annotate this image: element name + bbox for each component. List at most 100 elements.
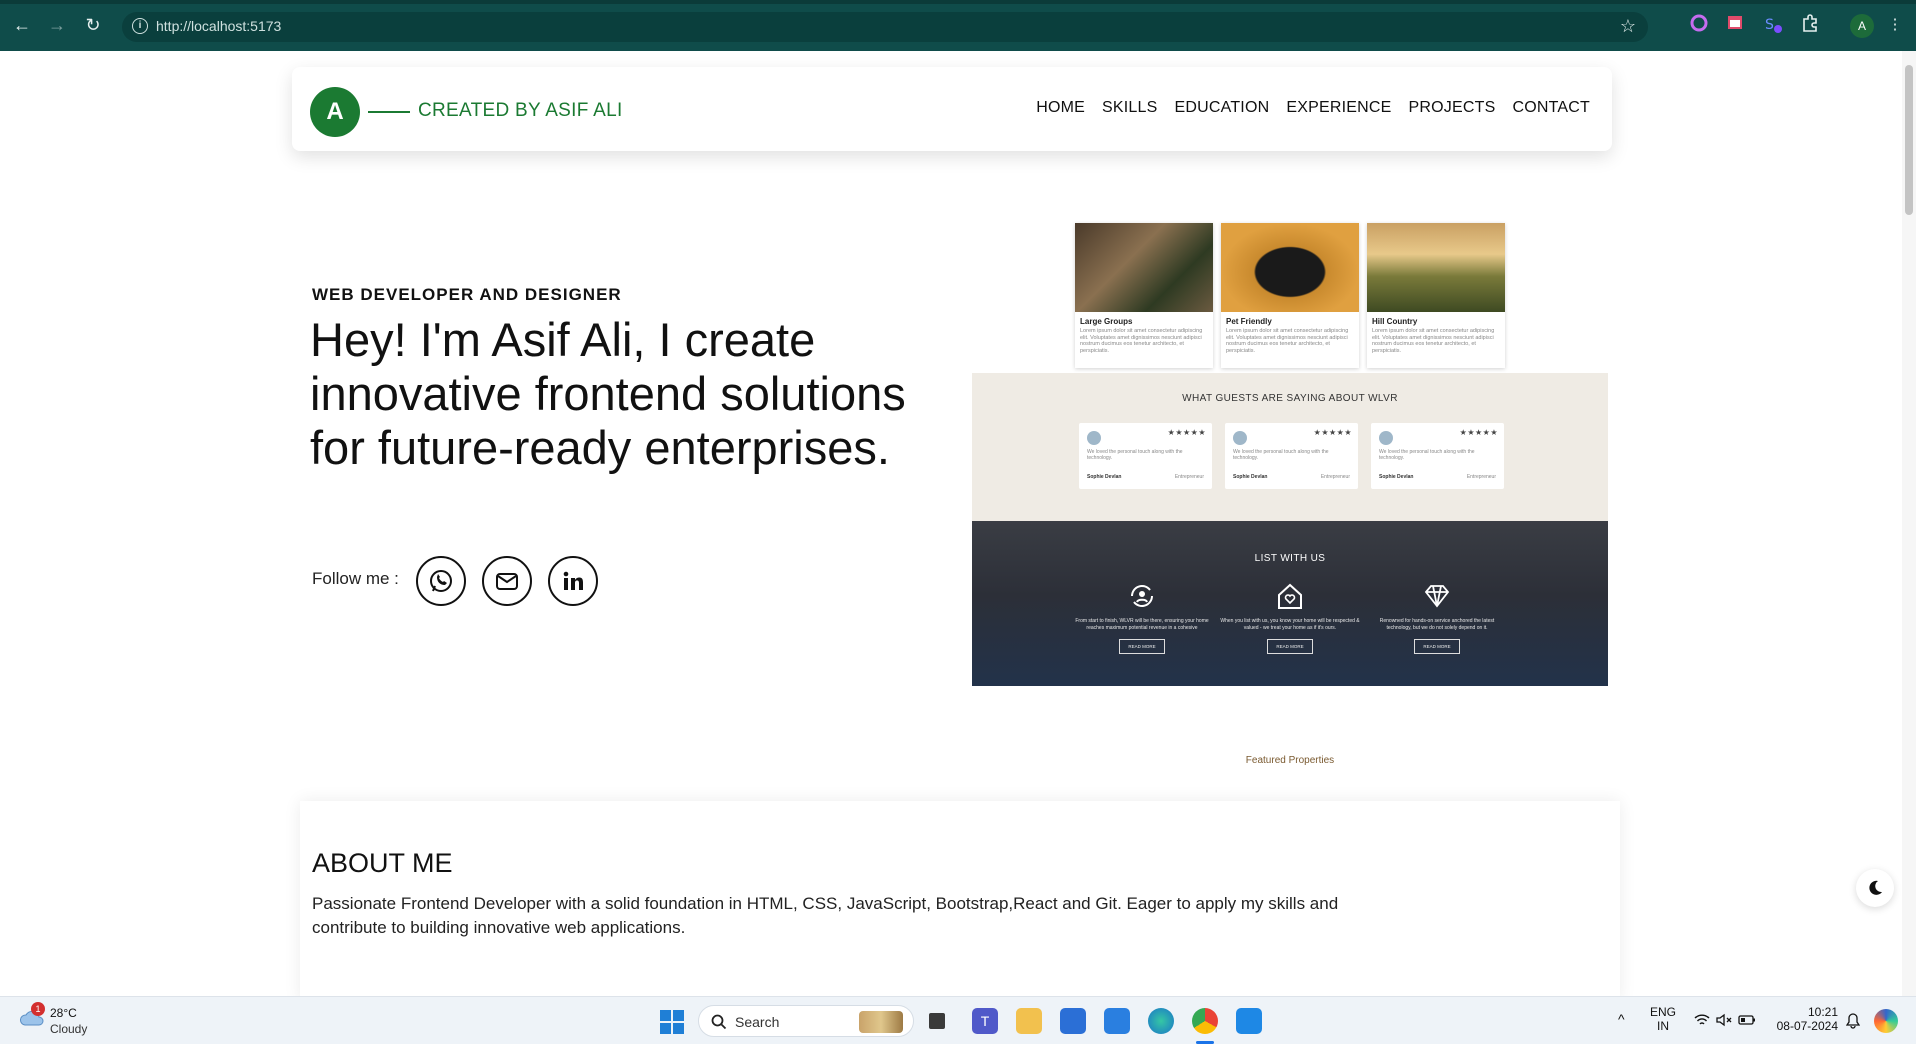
extension-circle-icon[interactable] xyxy=(1688,14,1710,36)
weather-badge: 1 xyxy=(31,1002,45,1016)
store-icon[interactable] xyxy=(1060,1008,1086,1034)
theme-toggle-button[interactable] xyxy=(1856,869,1894,907)
page-viewport: A CREATED BY ASIF ALI HOME SKILLS EDUCAT… xyxy=(0,51,1916,996)
avatar xyxy=(1379,431,1393,445)
moon-icon xyxy=(1869,880,1882,895)
testimonials-heading: WHAT GUESTS ARE SAYING ABOUT WLVR xyxy=(1182,393,1398,404)
language-code: ENG xyxy=(1650,1005,1677,1019)
testimonial-text: We loved the personal touch along with t… xyxy=(1087,449,1183,461)
testimonial-name: Sophie Devlan xyxy=(1379,474,1414,480)
whatsapp-icon xyxy=(430,570,452,592)
preview-list-with-us: LIST WITH US From start to finish, WLVR … xyxy=(972,521,1608,686)
speaker-muted-icon[interactable] xyxy=(1716,1013,1732,1027)
teams-icon[interactable]: T xyxy=(972,1008,998,1034)
preview-card-title: Large Groups xyxy=(1080,317,1133,326)
preview-card: Hill Country Lorem ipsum dolor sit amet … xyxy=(1367,223,1505,368)
bookmark-star-icon[interactable]: ☆ xyxy=(1620,16,1636,37)
wifi-icon[interactable] xyxy=(1694,1013,1710,1027)
scrollbar-thumb[interactable] xyxy=(1905,65,1913,215)
nav-projects[interactable]: PROJECTS xyxy=(1409,99,1496,117)
house-heart-icon xyxy=(1278,583,1302,609)
windows-logo-pane xyxy=(673,1023,684,1034)
testimonial-role: Entrepreneur xyxy=(1174,474,1204,480)
page-scrollbar[interactable] xyxy=(1902,51,1916,996)
hero-eyebrow: WEB DEVELOPER AND DESIGNER xyxy=(312,285,622,304)
language-indicator[interactable]: ENG IN xyxy=(1650,1005,1676,1033)
preview-card-desc: Lorem ipsum dolor sit amet consectetur a… xyxy=(1080,328,1203,354)
main-nav: HOME SKILLS EDUCATION EXPERIENCE PROJECT… xyxy=(1036,99,1590,117)
hero-headline: Hey! I'm Asif Ali, I create innovative f… xyxy=(310,313,906,474)
profile-avatar[interactable]: A xyxy=(1850,14,1874,38)
notification-bell-icon[interactable] xyxy=(1846,1013,1860,1029)
search-highlight-image xyxy=(859,1011,903,1033)
preview-card: Large Groups Lorem ipsum dolor sit amet … xyxy=(1075,223,1213,368)
clock-date: 08-07-2024 xyxy=(1776,1019,1838,1033)
site-info-icon[interactable]: i xyxy=(132,18,148,34)
search-label: Search xyxy=(735,1014,780,1030)
person-refresh-icon xyxy=(1131,585,1153,607)
copilot-icon[interactable] xyxy=(1874,1009,1898,1033)
whatsapp-button[interactable] xyxy=(416,556,466,606)
follow-label: Follow me : xyxy=(312,569,399,588)
back-icon[interactable]: ← xyxy=(11,14,33,36)
dog-photo xyxy=(1221,223,1359,312)
nav-skills[interactable]: SKILLS xyxy=(1102,99,1157,117)
nav-experience[interactable]: EXPERIENCE xyxy=(1286,99,1391,117)
read-more-button: READ MORE xyxy=(1119,639,1165,654)
file-explorer-icon[interactable] xyxy=(1016,1008,1042,1034)
preview-card-title: Pet Friendly xyxy=(1226,317,1272,326)
list-item-text: Renowned for hands-on service anchored t… xyxy=(1379,618,1495,631)
start-button[interactable] xyxy=(660,1010,684,1034)
vscode-icon[interactable] xyxy=(1236,1008,1262,1034)
chrome-icon[interactable] xyxy=(1192,1008,1218,1034)
linkedin-button[interactable] xyxy=(548,556,598,606)
preview-card: Pet Friendly Lorem ipsum dolor sit amet … xyxy=(1221,223,1359,368)
logo-badge[interactable]: A xyxy=(310,87,360,137)
search-icon xyxy=(711,1014,727,1030)
reload-icon[interactable]: ↻ xyxy=(82,14,104,36)
about-body: Passionate Frontend Developer with a sol… xyxy=(312,894,1339,937)
region-code: IN xyxy=(1657,1019,1669,1033)
avatar xyxy=(1233,431,1247,445)
preview-card-desc: Lorem ipsum dolor sit amet consectetur a… xyxy=(1226,328,1349,354)
windows-taskbar: 1 28°C Cloudy Search T ^ ENG IN 10:21 08… xyxy=(0,996,1916,1044)
preview-card-desc: Lorem ipsum dolor sit amet consectetur a… xyxy=(1372,328,1495,354)
task-view-icon[interactable] xyxy=(926,1010,948,1032)
forward-icon[interactable]: → xyxy=(46,14,68,36)
clock[interactable]: 10:21 08-07-2024 xyxy=(1766,1005,1838,1033)
windows-logo-pane xyxy=(660,1010,671,1021)
meadow-photo xyxy=(1367,223,1505,312)
clock-time: 10:21 xyxy=(1807,1005,1838,1019)
rating-stars: ★★★★★ xyxy=(1313,428,1352,437)
extensions-puzzle-icon[interactable] xyxy=(1799,14,1821,36)
mail-app-icon[interactable] xyxy=(1104,1008,1130,1034)
project-preview-image: Large Groups Lorem ipsum dolor sit amet … xyxy=(972,211,1608,835)
testimonial-role: Entrepreneur xyxy=(1466,474,1496,480)
rating-stars: ★★★★★ xyxy=(1167,428,1206,437)
read-more-button: READ MORE xyxy=(1267,639,1313,654)
mail-button[interactable] xyxy=(482,556,532,606)
list-item-text: From start to finish, WLVR will be there… xyxy=(1075,618,1209,631)
rating-stars: ★★★★★ xyxy=(1459,428,1498,437)
about-heading: ABOUT ME xyxy=(312,848,453,878)
weather-condition: Cloudy xyxy=(50,1022,88,1036)
logo-divider xyxy=(368,111,410,113)
edge-icon[interactable] xyxy=(1148,1008,1174,1034)
taskbar-search[interactable]: Search xyxy=(698,1005,914,1037)
nav-contact[interactable]: CONTACT xyxy=(1512,99,1590,117)
brand-text[interactable]: CREATED BY ASIF ALI xyxy=(418,100,623,122)
testimonial-role: Entrepreneur xyxy=(1320,474,1350,480)
browser-toolbar: ← → ↻ i http://localhost:5173 ☆ S A ⋮ xyxy=(0,0,1916,51)
testimonial-card: ★★★★★ We loved the personal touch along … xyxy=(1079,423,1212,489)
menu-kebab-icon[interactable]: ⋮ xyxy=(1884,14,1906,36)
extension-calendar-icon[interactable] xyxy=(1724,14,1746,36)
address-bar[interactable]: i http://localhost:5173 ☆ xyxy=(122,12,1648,42)
extension-s-icon[interactable]: S xyxy=(1762,14,1784,36)
battery-icon[interactable] xyxy=(1738,1014,1756,1026)
tab-strip xyxy=(0,0,1916,4)
testimonial-name: Sophie Devlan xyxy=(1233,474,1268,480)
nav-education[interactable]: EDUCATION xyxy=(1175,99,1270,117)
featured-properties-label: Featured Properties xyxy=(1245,755,1335,766)
nav-home[interactable]: HOME xyxy=(1036,99,1085,117)
chevron-up-icon[interactable]: ^ xyxy=(1618,1011,1625,1027)
